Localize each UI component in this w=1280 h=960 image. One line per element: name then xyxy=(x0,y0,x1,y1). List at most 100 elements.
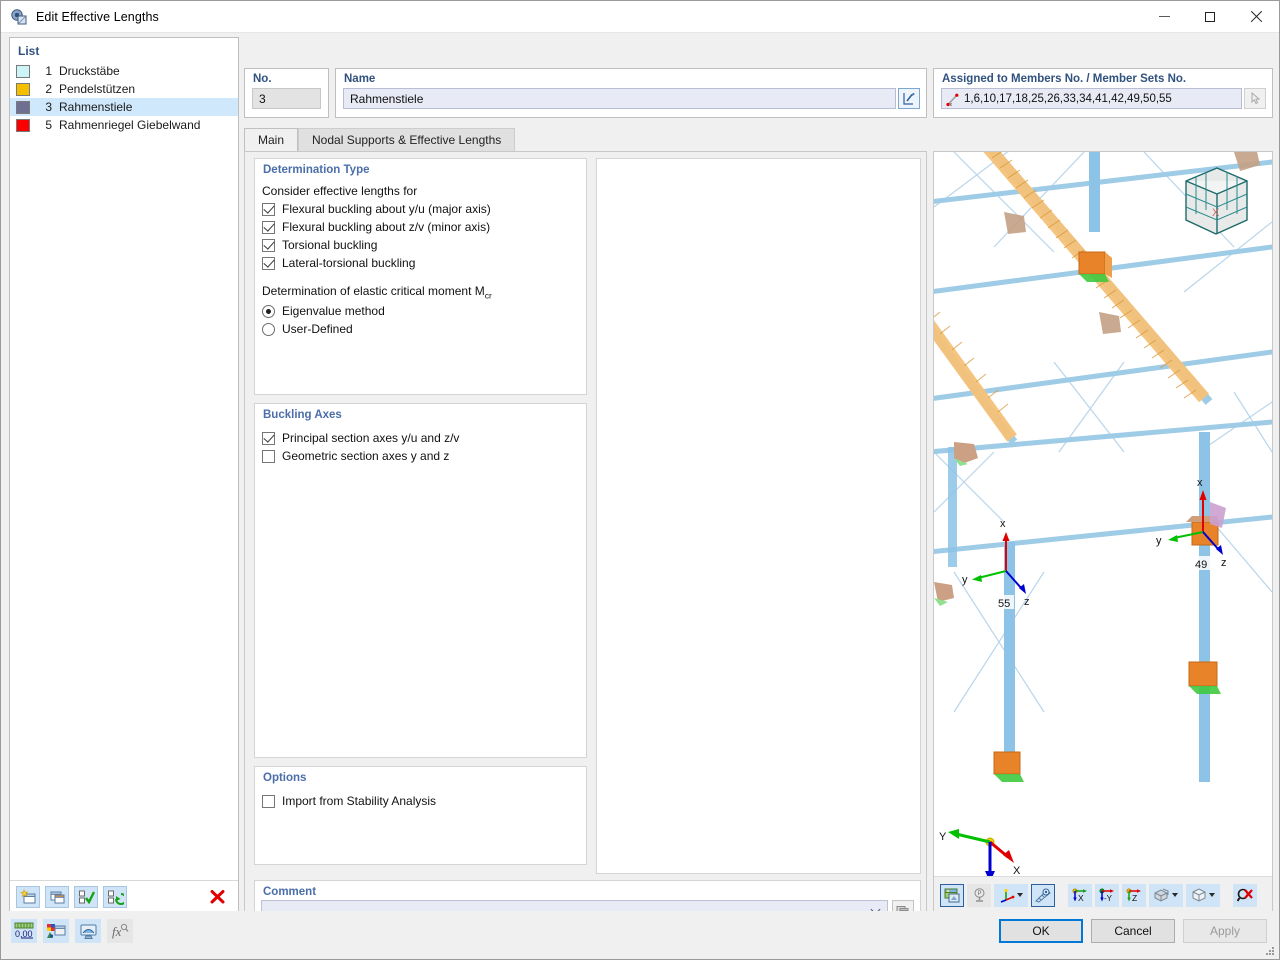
colors-panel-icon xyxy=(47,924,66,938)
name-edit-button[interactable] xyxy=(898,88,920,109)
axes-display-button[interactable] xyxy=(994,883,1028,907)
left-column: Determination Type Consider effective le… xyxy=(254,158,587,873)
window-controls xyxy=(1141,1,1279,32)
checkbox-flexural-buckling-y[interactable]: Flexural buckling about y/u (major axis) xyxy=(255,200,586,218)
select-all-button[interactable] xyxy=(74,886,98,908)
consider-effective-lengths-label: Consider effective lengths for xyxy=(262,184,418,198)
new-item-button[interactable] xyxy=(16,886,40,908)
member-label-49: 49 xyxy=(1195,559,1207,571)
name-label: Name xyxy=(344,73,376,85)
ruler-eye-icon xyxy=(1035,888,1051,903)
view-cube-icon: X xyxy=(1185,167,1248,235)
name-input[interactable]: Rahmenstiele xyxy=(343,88,896,109)
radio-icon xyxy=(262,304,275,318)
checkbox-torsional-buckling[interactable]: Torsional buckling xyxy=(255,236,586,254)
maximize-icon xyxy=(1205,11,1215,22)
checkbox-lateral-torsional-buckling[interactable]: Lateral-torsional buckling xyxy=(255,254,586,272)
assigned-members-label: Assigned to Members No. / Member Sets No… xyxy=(942,73,1187,85)
solid-blocks-icon xyxy=(1154,888,1169,902)
chevron-down-icon[interactable] xyxy=(1209,893,1215,897)
new-window-icon xyxy=(19,889,35,904)
checkbox-icon xyxy=(262,238,275,252)
global-axis-y-label: Y xyxy=(939,831,947,843)
red-x-icon xyxy=(210,890,224,904)
connection-blocks xyxy=(934,152,1260,782)
color-swatch xyxy=(16,100,30,114)
minimize-button[interactable] xyxy=(1141,1,1187,32)
render-view-button[interactable] xyxy=(940,883,964,907)
radio-label: Eigenvalue method xyxy=(282,304,385,319)
preview-panel xyxy=(596,158,921,874)
close-button[interactable] xyxy=(1233,1,1279,32)
measure-button[interactable] xyxy=(1031,883,1055,907)
list-item-label: Rahmenriegel Giebelwand xyxy=(59,118,201,132)
checkbox-principal-section-axes[interactable]: Principal section axes y/u and z/v xyxy=(255,429,586,447)
maximize-button[interactable] xyxy=(1187,1,1233,32)
print-button[interactable]: P xyxy=(967,883,991,907)
invert-selection-button[interactable] xyxy=(103,886,127,908)
radio-eigenvalue-method[interactable]: Eigenvalue method xyxy=(255,302,586,320)
rafter-member-left xyxy=(934,311,1018,445)
mcr-label-text: Determination of elastic critical moment… xyxy=(262,284,485,298)
assigned-members-input[interactable]: x 1,6,10,17,18,25,26,33,34,41,42,49,50,5… xyxy=(941,88,1242,109)
list-item[interactable]: 5 Rahmenriegel Giebelwand xyxy=(10,116,238,134)
radio-user-defined[interactable]: User-Defined xyxy=(255,320,586,338)
number-input[interactable]: 3 xyxy=(252,88,321,109)
list-item-selected[interactable]: 3 Rahmenstiele xyxy=(10,98,238,116)
axis-z-icon: Z xyxy=(1126,888,1141,903)
view-settings-button[interactable] xyxy=(75,919,101,943)
list-item[interactable]: 1 Druckstäbe xyxy=(10,62,238,80)
copy-item-button[interactable] xyxy=(45,886,69,908)
model-viewport[interactable]: X x y z 55 x y z 49 Y X P X -Y Z xyxy=(933,151,1273,914)
wireframe-mode-button[interactable] xyxy=(1186,883,1220,907)
formula-button[interactable]: fx xyxy=(107,919,133,943)
clear-selection-button[interactable] xyxy=(1233,883,1257,907)
toggle-check-icon xyxy=(107,890,124,905)
list-item[interactable]: 2 Pendelstützen xyxy=(10,80,238,98)
svg-text:P: P xyxy=(977,891,981,897)
member-label-55: 55 xyxy=(998,598,1010,610)
list-item-number: 3 xyxy=(45,100,52,114)
model-canvas[interactable]: X x y z 55 x y z 49 Y X xyxy=(934,152,1272,877)
number-field-group: No. 3 xyxy=(244,68,329,118)
apply-button[interactable]: Apply xyxy=(1183,919,1267,943)
color-swatch xyxy=(16,82,30,96)
checkbox-flexural-buckling-z[interactable]: Flexural buckling about z/v (minor axis) xyxy=(255,218,586,236)
copy-window-icon xyxy=(50,891,64,904)
view-in-x-button[interactable]: X xyxy=(1068,883,1092,907)
list-panel: List 1 Druckstäbe 2 Pendelstützen 3 Rahm… xyxy=(9,37,239,914)
title-bar: Edit Effective Lengths xyxy=(1,1,1279,33)
tab-nodal-supports-effective-lengths[interactable]: Nodal Supports & Effective Lengths xyxy=(298,128,516,151)
viewport-toolbar: P X -Y Z xyxy=(934,876,1272,913)
checkbox-icon xyxy=(262,449,275,463)
options-group: Options Import from Stability Analysis xyxy=(254,766,587,865)
checkbox-import-from-stability-analysis[interactable]: Import from Stability Analysis xyxy=(255,792,586,810)
render-mode-button[interactable] xyxy=(1149,883,1183,907)
buckling-axes-title: Buckling Axes xyxy=(263,409,342,421)
chevron-down-icon[interactable] xyxy=(1172,893,1178,897)
ok-button[interactable]: OK xyxy=(999,919,1083,943)
checkbox-geometric-section-axes[interactable]: Geometric section axes y and z xyxy=(255,447,586,465)
assigned-members-pick-button[interactable] xyxy=(1244,88,1266,109)
svg-text:-Y: -Y xyxy=(1104,894,1113,903)
tab-main[interactable]: Main xyxy=(244,128,299,151)
global-axes-indicator: Y X Z xyxy=(939,829,1021,877)
window-title: Edit Effective Lengths xyxy=(36,9,159,24)
checkbox-label: Torsional buckling xyxy=(282,238,378,252)
view-in-z-button[interactable]: Z xyxy=(1122,883,1146,907)
bottom-toolbar: 0,00 fx xyxy=(11,919,133,943)
view-in-y-button[interactable]: -Y xyxy=(1095,883,1119,907)
axis-y-icon: -Y xyxy=(1099,888,1114,903)
cancel-button[interactable]: Cancel xyxy=(1091,919,1175,943)
resize-grip[interactable] xyxy=(1265,946,1275,956)
units-button[interactable]: 0,00 xyxy=(11,919,37,943)
chevron-down-icon[interactable] xyxy=(1016,893,1023,897)
comment-title: Comment xyxy=(263,886,317,898)
display-properties-button[interactable] xyxy=(43,919,69,943)
checkbox-label: Geometric section axes y and z xyxy=(282,449,450,463)
svg-text:fx: fx xyxy=(112,924,122,939)
axes-icon xyxy=(1000,888,1014,903)
delete-item-button[interactable] xyxy=(205,886,229,908)
units-0-00-icon: 0,00 xyxy=(14,922,34,939)
wire-cube-icon xyxy=(1192,888,1206,902)
